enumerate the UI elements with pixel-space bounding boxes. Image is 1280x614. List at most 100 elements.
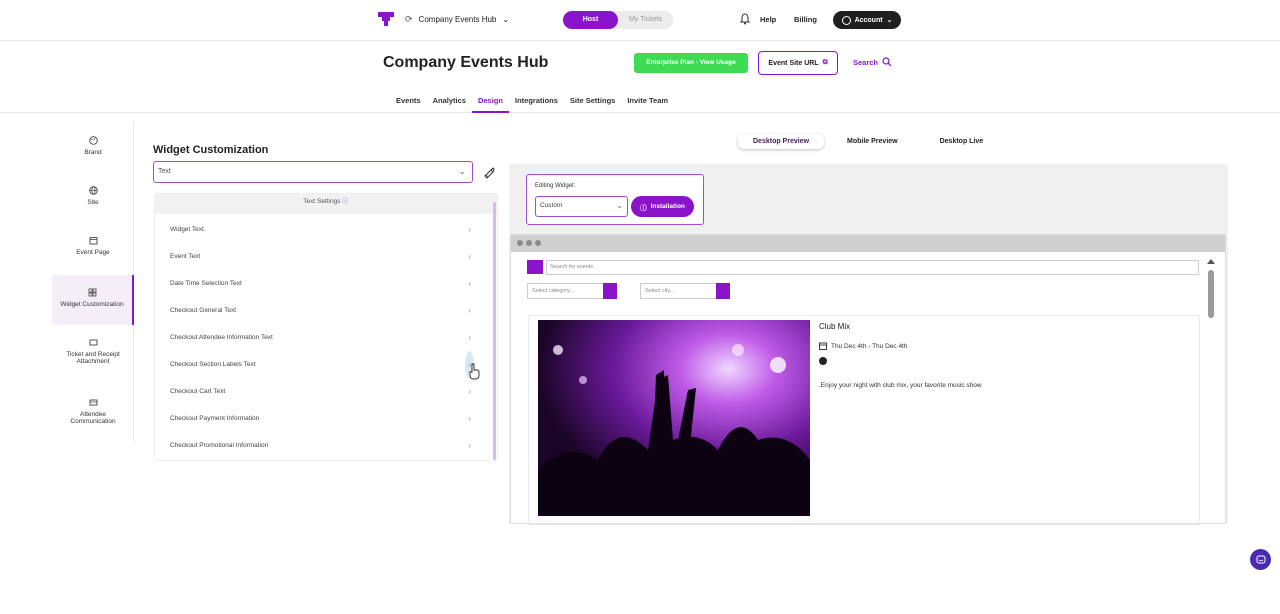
settings-row-label: Date Time Selection Text: [170, 280, 242, 287]
avatar-icon: [841, 15, 851, 25]
settings-row-checkout-promotional[interactable]: Checkout Promotional Information ›: [155, 432, 491, 459]
chat-icon: [1256, 555, 1265, 563]
widget-brand-square: [527, 260, 543, 274]
text-settings-header: Text Settings ⓘ: [155, 194, 497, 214]
settings-row-checkout-general[interactable]: Checkout General Text ›: [155, 297, 491, 324]
search-button[interactable]: Search: [853, 57, 892, 67]
sidebar-item-event-page[interactable]: Event Page: [52, 236, 134, 256]
search-icon: [882, 57, 892, 67]
tab-analytics[interactable]: Analytics: [427, 96, 472, 113]
account-label: Account: [854, 16, 883, 24]
chevron-down-icon: ⌄: [886, 17, 893, 24]
settings-row-label: Checkout Payment Information: [170, 415, 260, 422]
page-title: Company Events Hub: [383, 54, 549, 71]
event-site-url-label: Event Site URL: [768, 59, 819, 67]
mode-my-tickets-button[interactable]: My Tickets: [618, 11, 673, 29]
sidebar-item-label: Widget Customization: [60, 301, 124, 308]
concert-image: [538, 320, 810, 516]
tab-mobile-preview[interactable]: Mobile Preview: [832, 134, 913, 149]
chevron-down-icon: ⌄: [616, 201, 623, 210]
settings-row-date-time[interactable]: Date Time Selection Text ›: [155, 270, 491, 297]
chevron-right-icon: ›: [468, 414, 471, 423]
search-label: Search: [853, 57, 879, 67]
main-tabs: Events Analytics Design Integrations Sit…: [390, 96, 674, 113]
enterprise-plan-button[interactable]: Enterprise Plan - View Usage: [634, 53, 748, 73]
calendar-icon: [89, 237, 97, 245]
widget-scrollbar[interactable]: [1207, 257, 1215, 519]
account-button[interactable]: Account ⌄: [833, 11, 901, 29]
sidebar-item-label: Site: [87, 199, 99, 206]
widget-city-select[interactable]: Select city...: [640, 283, 730, 299]
calendar-icon: [819, 342, 827, 350]
billing-link[interactable]: Billing: [794, 15, 817, 24]
sidebar-item-widget-customization[interactable]: Widget Customization: [52, 275, 134, 325]
event-card[interactable]: Club Mix Thu Dec 4th - Thu Dec 4th .Enjo…: [528, 315, 1200, 525]
info-icon[interactable]: ⓘ: [342, 198, 349, 205]
text-settings-panel: Text Settings ⓘ Widget Text › Event Text ›…: [154, 193, 498, 461]
city-dropdown-button[interactable]: [716, 283, 730, 299]
scroll-thumb[interactable]: [1208, 270, 1214, 318]
installation-button[interactable]: ⓘ Installation: [631, 196, 694, 217]
sidebar-item-brand[interactable]: Brand: [52, 136, 134, 156]
settings-row-event-text[interactable]: Event Text ›: [155, 243, 491, 270]
settings-row-checkout-payment[interactable]: Checkout Payment Information ›: [155, 405, 491, 432]
widget-search-input[interactable]: Search for events: [546, 260, 1199, 275]
page-header: Company Events Hub Enterprise Plan - Vie…: [0, 41, 1280, 113]
chevron-down-icon: ⌄: [502, 15, 510, 24]
chevron-right-icon: ›: [468, 333, 471, 342]
settings-row-label: Widget Text: [170, 226, 204, 233]
mail-icon: [89, 399, 97, 406]
event-image: [538, 320, 810, 516]
event-title[interactable]: Club Mix: [819, 322, 850, 331]
event-site-url-button[interactable]: Event Site URL ⧉: [758, 51, 838, 75]
settings-row-checkout-cart[interactable]: Checkout Cart Text ›: [155, 378, 491, 405]
tab-desktop-preview[interactable]: Desktop Preview: [738, 134, 824, 149]
settings-row-checkout-attendee[interactable]: Checkout Attendee Information Text ›: [155, 324, 491, 351]
palette-icon: [88, 136, 98, 145]
mode-host-button[interactable]: Host: [563, 11, 618, 29]
tab-site-settings[interactable]: Site Settings: [564, 96, 621, 113]
top-navigation-bar: ⟳ Company Events Hub ⌄ Host My Tickets H…: [0, 0, 1280, 41]
editing-widget-select[interactable]: Custom ⌄: [535, 196, 628, 217]
chevron-right-icon: ›: [468, 225, 471, 234]
app-logo-icon[interactable]: [377, 11, 395, 27]
customization-type-select[interactable]: Text ⌄: [153, 161, 473, 183]
chevron-right-icon: ›: [468, 441, 471, 450]
paint-brush-icon[interactable]: [482, 165, 496, 179]
chevron-right-icon: ›: [468, 387, 471, 396]
widget-category-placeholder: Select category...: [532, 288, 575, 294]
tab-events[interactable]: Events: [390, 96, 427, 113]
sync-icon: ⟳: [405, 14, 413, 24]
editing-widget-box: Editing Widget: Custom ⌄ ⓘ Installation: [526, 174, 704, 225]
window-dot-icon: [517, 240, 523, 246]
org-switcher[interactable]: ⟳ Company Events Hub ⌄: [405, 14, 509, 25]
tab-invite-team[interactable]: Invite Team: [621, 96, 674, 113]
sidebar-item-label: Brand: [84, 149, 102, 156]
sidebar-item-ticket-receipt[interactable]: Ticket and Receipt Attachment: [52, 338, 134, 365]
help-link[interactable]: Help: [760, 15, 776, 24]
preview-mode-tabs: Desktop Preview Mobile Preview Desktop L…: [738, 134, 998, 149]
event-date: Thu Dec 4th - Thu Dec 4th: [831, 342, 908, 350]
mode-toggle: Host My Tickets: [563, 11, 673, 29]
settings-row-label: Checkout General Text: [170, 307, 236, 314]
scroll-up-icon[interactable]: [1207, 259, 1215, 264]
sidebar-item-site[interactable]: Site: [52, 186, 134, 206]
tab-desktop-live[interactable]: Desktop Live: [925, 134, 999, 149]
ticket-icon: [89, 339, 97, 346]
editing-widget-label: Editing Widget:: [535, 183, 576, 189]
category-dropdown-button[interactable]: [603, 283, 617, 299]
chevron-right-icon: ›: [468, 252, 471, 261]
settings-row-label: Checkout Section Labels Text: [170, 361, 256, 368]
chat-support-button[interactable]: [1250, 549, 1271, 570]
bell-icon[interactable]: [740, 13, 750, 25]
widget-category-select[interactable]: Select category...: [527, 283, 617, 299]
tab-design[interactable]: Design: [471, 96, 509, 113]
settings-scrollbar[interactable]: [493, 202, 496, 460]
settings-row-checkout-section-labels[interactable]: Checkout Section Labels Text ›: [155, 351, 491, 378]
browser-mockup: Search for events Select category... Sel…: [510, 234, 1226, 525]
sidebar-item-attendee-communication[interactable]: Attendee Communication: [52, 398, 134, 425]
clock-icon: [819, 357, 827, 365]
tab-integrations[interactable]: Integrations: [509, 96, 564, 113]
settings-row-widget-text[interactable]: Widget Text ›: [155, 216, 491, 243]
sidebar-item-label: Ticket and Receipt Attachment: [66, 351, 120, 365]
